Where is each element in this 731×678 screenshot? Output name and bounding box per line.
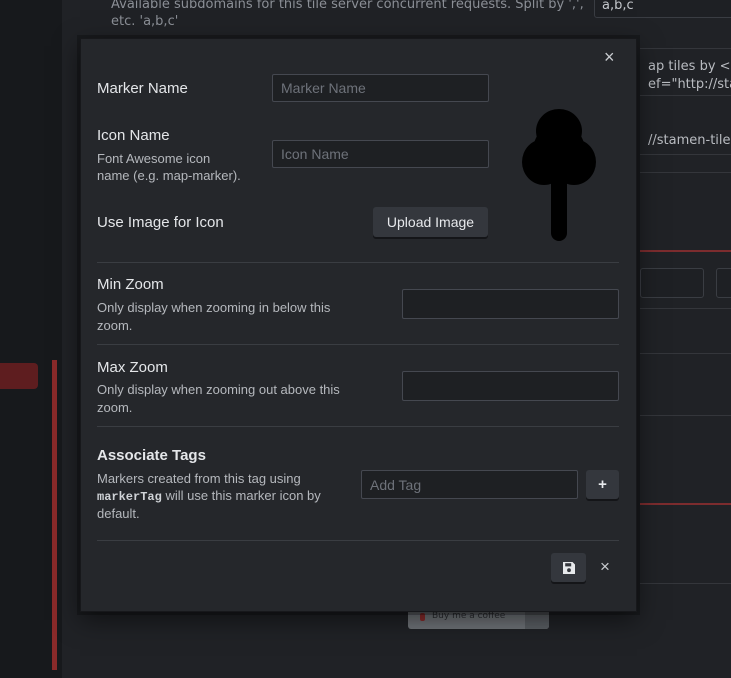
app-root: Available subdomains for this tile serve… [0,0,731,678]
subdomains-input[interactable]: a,b,c [594,0,731,18]
modal-close-icon[interactable]: × [604,48,615,66]
associate-tags-help-post: will use this marker icon by [165,488,321,503]
max-zoom-help-line1: Only display when zooming out above this [97,382,340,397]
bg-button[interactable] [716,268,731,298]
bg-divider [640,415,731,416]
bg-divider [640,353,731,354]
bg-divider [640,583,731,584]
marker-tag-code: markerTag [97,490,162,504]
section-divider [97,426,619,427]
upload-image-button[interactable]: Upload Image [373,207,488,237]
min-zoom-input[interactable] [402,289,619,319]
bg-divider [640,95,731,96]
associate-tags-help-line3: default. [97,506,140,521]
icon-name-input[interactable] [272,140,489,168]
bg-red-divider [640,250,731,252]
bg-divider [640,48,731,49]
save-button[interactable] [551,553,586,582]
marker-name-input[interactable] [272,74,489,102]
subdomains-value: a,b,c [602,0,634,13]
section-divider [97,262,619,263]
min-zoom-help-line2: zoom. [97,318,133,333]
left-sidebar [0,0,62,678]
max-zoom-help-line2: zoom. [97,400,133,415]
marker-edit-modal: × Marker Name Icon Name Font Awesome ico… [80,38,637,612]
max-zoom-input[interactable] [402,371,619,401]
bg-divider [640,308,731,309]
min-zoom-help-line1: Only display when zooming in below this [97,300,331,315]
associate-tags-label: Associate Tags [97,447,206,464]
footer-divider [97,540,619,541]
url-snippet: //stamen-tiles [648,133,731,148]
coffee-icon [420,613,425,621]
bg-input[interactable] [640,268,704,298]
subdomains-help-line2: etc. 'a,b,c' [111,14,179,29]
cancel-icon[interactable]: × [600,558,610,576]
bg-divider [640,154,731,155]
sidebar-active-item[interactable] [0,363,38,389]
use-image-label: Use Image for Icon [97,214,224,231]
sidebar-accent-bar [52,360,57,670]
add-tag-input[interactable] [361,470,578,499]
icon-name-label: Icon Name [97,127,170,144]
floppy-disk-icon [562,561,575,574]
bg-divider [640,172,731,173]
associate-tags-help-line2: markerTag will use this marker icon by [97,487,321,506]
associate-tags-help-line1: Markers created from this tag using [97,471,301,486]
icon-name-help-line2: name (e.g. map-marker). [97,168,241,183]
min-zoom-label: Min Zoom [97,276,164,293]
tree-icon [522,109,596,241]
bg-red-divider [640,503,731,505]
marker-name-label: Marker Name [97,80,188,97]
add-tag-button[interactable]: + [586,470,619,499]
attribution-snippet-1: ap tiles by <a [648,59,731,74]
attribution-snippet-2: ef="http://star [648,77,731,92]
section-divider [97,344,619,345]
icon-name-help-line1: Font Awesome icon [97,151,211,166]
subdomains-help-line1: Available subdomains for this tile serve… [111,0,584,12]
max-zoom-label: Max Zoom [97,359,168,376]
